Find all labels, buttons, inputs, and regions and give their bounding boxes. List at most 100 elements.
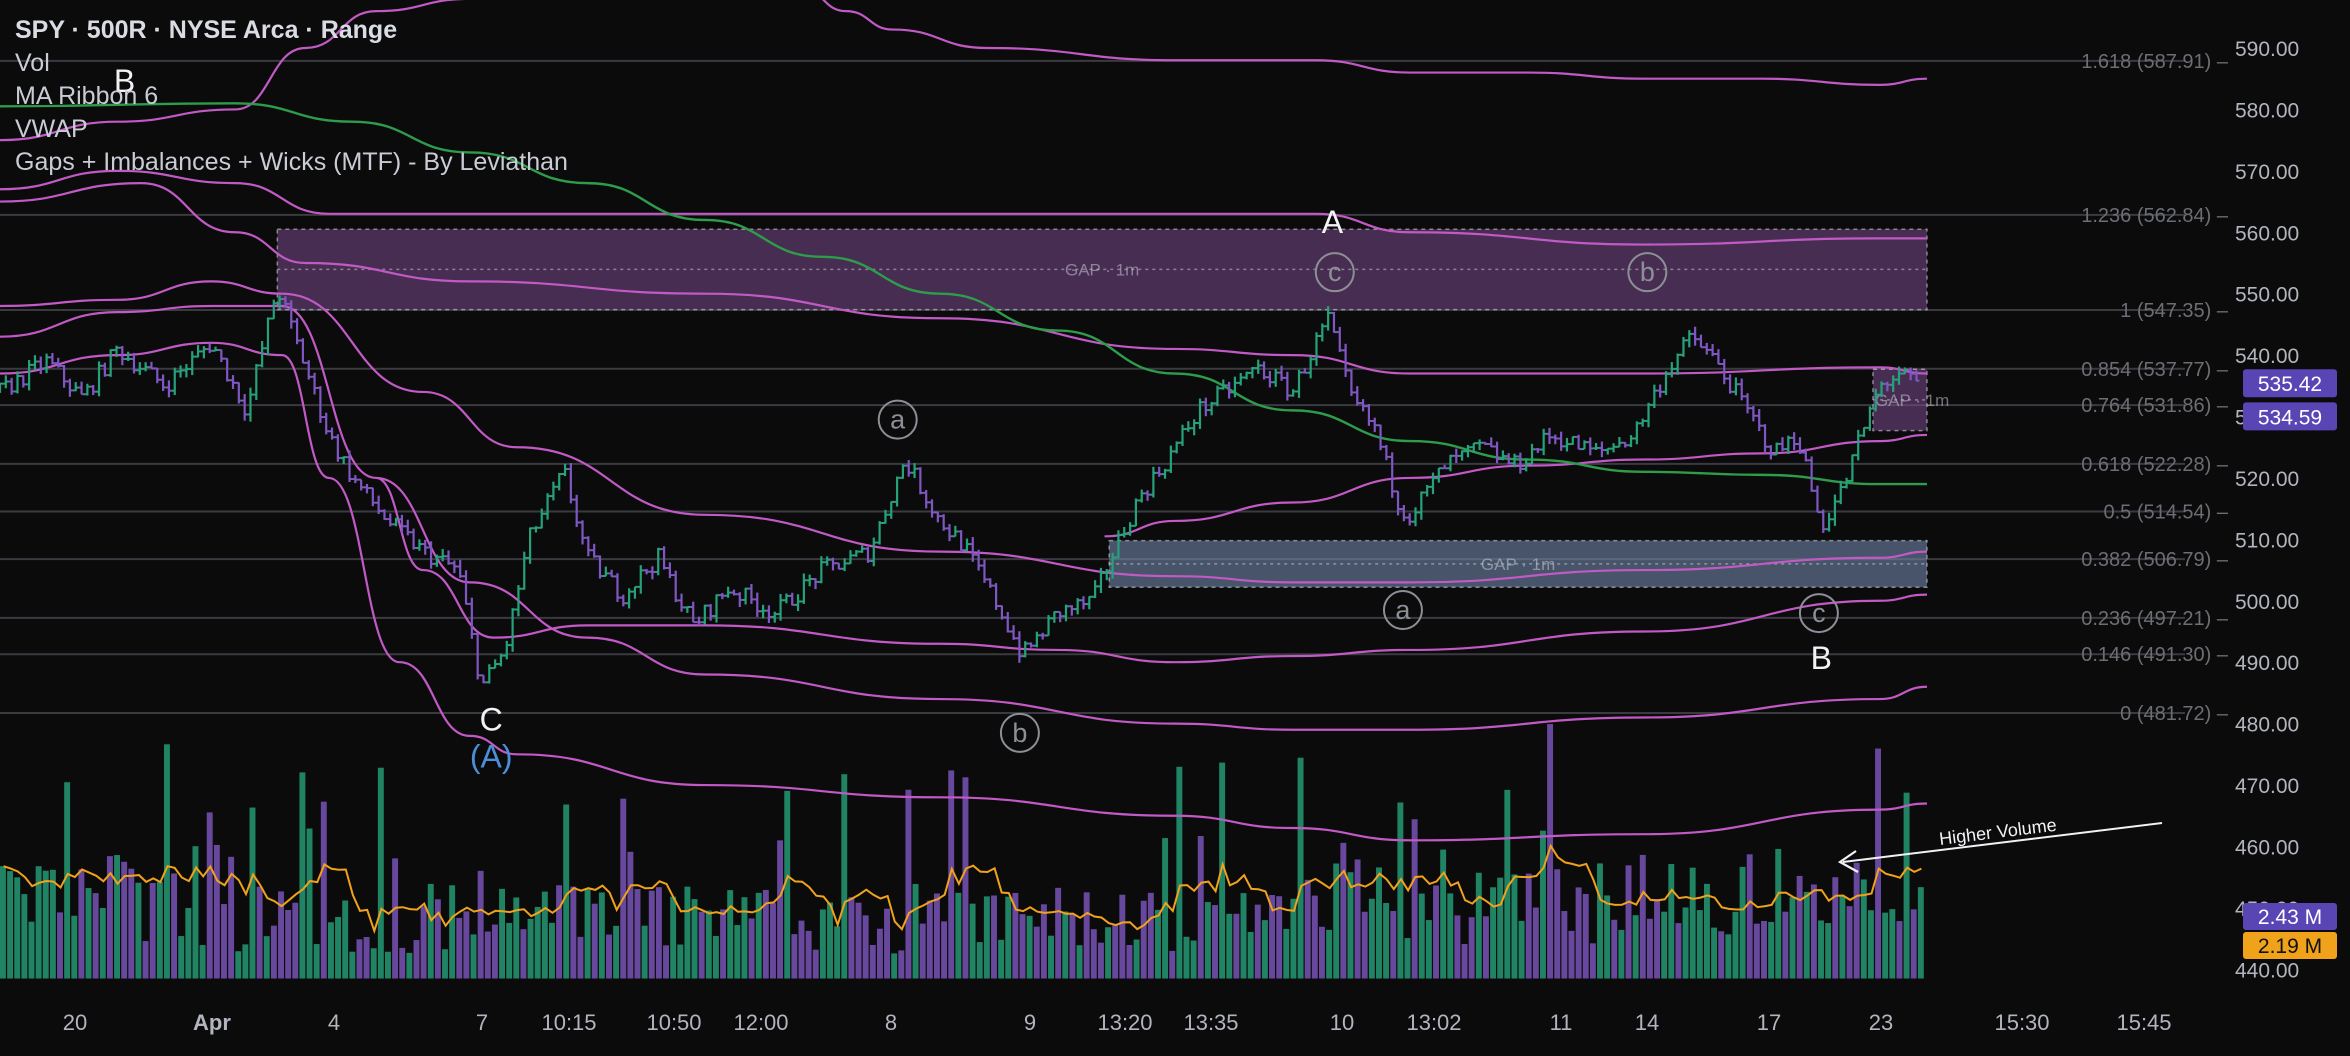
volume-bar [855,902,862,979]
price-tick-label: 580.00 [2235,99,2299,122]
fib-level-label: 0 (481.72) – [2120,703,2229,725]
volume-bar [812,949,819,979]
time-tick-label: 13:20 [1097,1010,1152,1035]
volume-bar [770,903,776,979]
volume-bar [563,804,570,979]
indicator-vwap[interactable]: VWAP [15,113,568,146]
price-last-label: 535.42 [2258,373,2322,396]
volume-bar [114,855,121,979]
volume-bar [1768,921,1775,979]
volume-bar [884,908,891,979]
volume-bar [791,934,798,979]
fib-level-label: 0.236 (497.21) – [2081,608,2229,630]
volume-bar [1625,865,1632,979]
volume-bar [1832,877,1839,979]
time-tick-label: 15:45 [2116,1010,2171,1035]
volume-bar [1611,919,1618,979]
time-tick-label: 10:15 [541,1010,596,1035]
volume-bar [1083,892,1090,979]
indicator-gaps[interactable]: Gaps + Imbalances + Wicks (MTF) - By Lev… [15,146,568,179]
volume-bar [1818,920,1824,979]
vwap-band-line [0,341,1928,842]
fib-level-label: 1.236 (562.84) – [2081,205,2229,227]
volume-bar [1475,872,1482,979]
volume-bar [506,922,513,979]
wave-label: c [1328,257,1342,287]
time-tick-label: 14 [1635,1010,1659,1035]
volume-bar [413,940,420,979]
volume-bar [1418,893,1425,979]
indicator-ma-ribbon[interactable]: MA Ribbon 6 [15,80,568,113]
indicator-volume[interactable]: Vol [15,47,568,80]
volume-bar [548,922,555,979]
chart-style-label: Range [320,16,398,44]
volume-bar [1825,923,1832,979]
volume-bar [1490,887,1497,979]
volume-bar [270,925,277,979]
volume-bar [1311,895,1318,979]
volume-bar [1540,830,1546,979]
volume-bar [263,936,270,979]
volume-bar [1055,887,1062,979]
time-tick-label: 9 [1024,1010,1036,1035]
volume-bar [128,868,135,979]
volume-bar [1903,792,1910,979]
symbol-name: SPY [15,16,65,44]
volume-bar [1354,859,1361,979]
volume-bar [613,925,620,979]
volume-bar [1461,944,1468,979]
volume-bar [42,870,49,979]
volume-bar [392,858,399,979]
symbol-header[interactable]: SPY · 500R · NYSE Arca · Range [15,14,568,47]
volume-bar [1204,902,1211,979]
volume-bar [1782,911,1789,979]
wave-label: A [1322,204,1344,240]
volume-bar [1383,903,1390,979]
volume-bar [1896,921,1903,979]
volume-bar [691,899,698,979]
volume-bar [442,949,448,979]
wave-label: (A) [470,738,513,774]
gap-label: GAP · 1m [1065,260,1139,279]
volume-bar [1240,893,1247,979]
volume-bar [1882,912,1889,979]
fib-level-label: 0.146 (491.30) – [2081,644,2229,666]
volume-bar [577,936,584,979]
volume-bar [285,910,292,979]
fib-level-label: 1 (547.35) – [2120,300,2229,322]
time-tick-label: 12:00 [733,1010,788,1035]
volume-bar [1112,925,1119,979]
volume-bar [249,807,256,979]
price-last-label: 534.59 [2258,406,2322,429]
volume-bar [777,840,784,979]
volume-bar [78,869,85,979]
volume-bar [1261,920,1268,979]
volume-bar [370,948,377,979]
volume-bar [85,888,92,979]
volume-bar [57,912,63,979]
volume-bar [49,869,56,979]
volume-bar [655,887,662,979]
volume-bar [755,892,762,979]
wave-label: a [1395,595,1411,625]
volume-bar [1910,909,1917,979]
volume-bar [1090,929,1097,979]
volume-bar [1796,875,1803,979]
volume-bar [705,910,712,979]
volume-bar [1497,877,1504,979]
volume-bar [1390,910,1397,979]
price-tick-label: 460.00 [2235,836,2299,859]
wave-label: C [480,702,503,738]
volume-bar [142,941,149,979]
volume-bar [349,951,356,979]
volume-bar [327,922,334,979]
volume-bar [1040,904,1047,979]
volume-bar [1761,920,1767,979]
volume-bar [377,767,384,979]
time-tick-label: 8 [885,1010,897,1035]
volume-bar [1853,862,1860,979]
volume-bar [1661,911,1668,979]
volume-bar [484,931,491,979]
volume-bar [185,907,192,979]
volume-bar [178,936,185,979]
